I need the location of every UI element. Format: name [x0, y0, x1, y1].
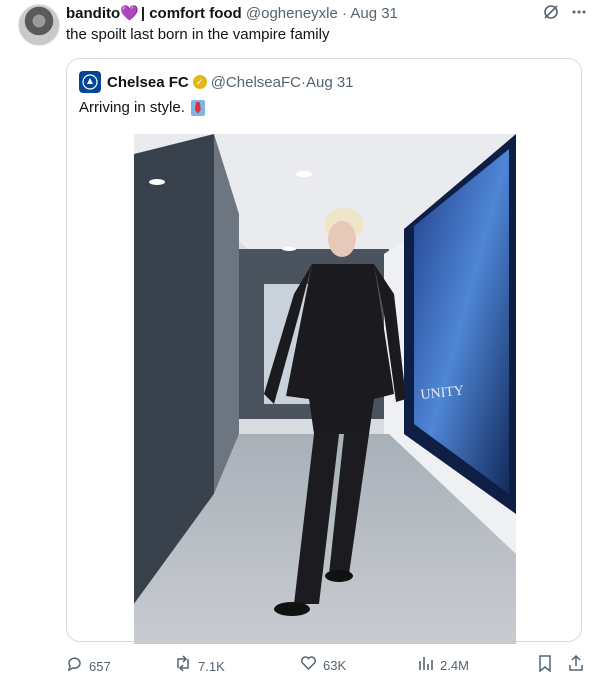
retweet-button[interactable]: 7.1K: [174, 655, 225, 677]
tweet-date[interactable]: Aug 31: [350, 5, 398, 22]
tweet-actions: 657 7.1K 63K 2.4M: [66, 654, 586, 679]
reply-button[interactable]: 657: [66, 655, 111, 677]
share-button[interactable]: [568, 654, 584, 677]
retweet-count: 7.1K: [198, 658, 225, 674]
quoted-tweet[interactable]: Chelsea FC ✓ @ChelseaFC · Aug 31 Arrivin…: [66, 58, 582, 644]
reply-count: 657: [89, 658, 111, 674]
heart-icon: [300, 655, 317, 676]
quoted-author-handle[interactable]: @ChelseaFC: [211, 74, 301, 91]
purple-heart-emoji: 💜: [120, 5, 139, 22]
like-button[interactable]: 63K: [300, 655, 346, 676]
tweet-text: the spoilt last born in the vampire fami…: [66, 26, 330, 43]
chelsea-crest-icon[interactable]: [79, 71, 101, 93]
quoted-author-name[interactable]: Chelsea FC: [107, 74, 189, 91]
quoted-tweet-text-row: Arriving in style.: [79, 99, 205, 116]
verified-badge-icon: ✓: [192, 75, 207, 89]
grok-icon[interactable]: [543, 4, 559, 25]
quoted-tweet-date[interactable]: Aug 31: [306, 74, 354, 91]
views-button[interactable]: 2.4M: [418, 655, 469, 676]
analytics-icon: [418, 655, 434, 676]
like-count: 63K: [323, 658, 347, 673]
separator: ·: [342, 5, 348, 22]
view-count: 2.4M: [440, 658, 469, 673]
more-icon[interactable]: [571, 4, 587, 25]
author-handle[interactable]: @ogheneyxle: [246, 5, 338, 22]
quoted-tweet-header: Chelsea FC ✓ @ChelseaFC · Aug 31: [79, 71, 354, 93]
quoted-tweet-text: Arriving in style.: [79, 99, 185, 116]
author-avatar[interactable]: [18, 4, 60, 46]
quoted-tweet-photo[interactable]: UNITY: [134, 134, 516, 644]
tweet-header: bandito💜 | comfort food @ogheneyxle · Aug…: [66, 5, 398, 23]
author-name-suffix[interactable]: | comfort food: [141, 5, 242, 22]
bookmark-button[interactable]: [538, 655, 552, 677]
tweet[interactable]: bandito💜 | comfort food @ogheneyxle · Aug…: [0, 0, 609, 698]
share-icon: [568, 654, 584, 677]
author-name[interactable]: bandito: [66, 5, 120, 22]
bookmark-icon: [538, 655, 552, 677]
tweet-top-icons: [543, 4, 587, 25]
reply-icon: [66, 655, 83, 677]
necktie-emoji: [190, 99, 205, 116]
retweet-icon: [174, 655, 192, 677]
